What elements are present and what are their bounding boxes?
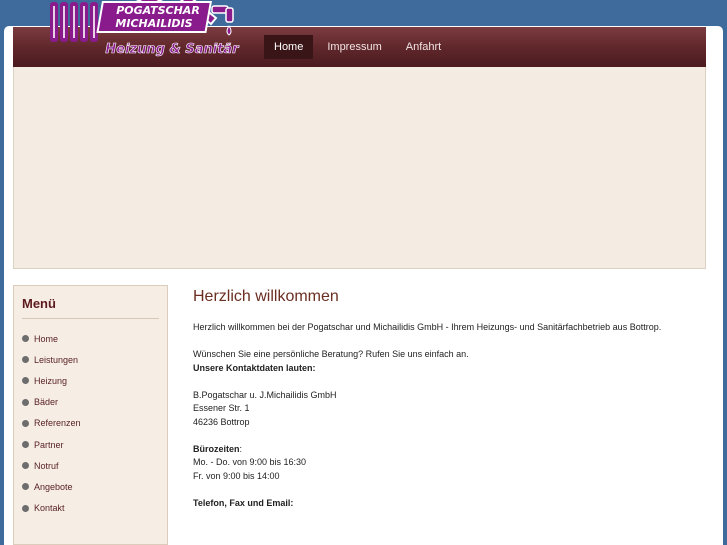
nav-impressum[interactable]: Impressum [317, 35, 391, 59]
menu-item-label: Heizung [34, 375, 68, 386]
company-logo[interactable]: POGATSCHAR MICHAILIDIS Heizung & Sanitär [46, 0, 242, 76]
page-title: Herzlich willkommen [193, 288, 339, 305]
menu-item-kontakt[interactable]: Kontakt [22, 498, 81, 519]
contact-heading: Unsere Kontaktdaten lauten: [193, 362, 316, 373]
logo-tagline: Heizung & Sanitär [105, 42, 240, 57]
menu-item-home[interactable]: Home [22, 328, 81, 349]
sidebar-divider [22, 318, 159, 319]
office-hours-label: Bürozeiten [193, 443, 240, 454]
city-address: 46236 Bottrop [193, 416, 250, 427]
sidebar-title: Menü [22, 296, 56, 311]
logo-text-line1: POGATSCHAR [116, 4, 200, 17]
header-banner [13, 67, 706, 269]
menu-item-angebote[interactable]: Angebote [22, 476, 81, 497]
street-address: Essener Str. 1 [193, 403, 250, 413]
menu-item-referenzen[interactable]: Referenzen [22, 413, 81, 434]
nav-home[interactable]: Home [264, 35, 314, 59]
menu-item-label: Leistungen [34, 354, 79, 365]
bullet-icon [22, 356, 29, 364]
menu-item-label: Kontakt [34, 503, 65, 514]
hours-friday: Fr. von 9:00 bis 14:00 [193, 470, 280, 481]
office-hours-colon: : [239, 443, 243, 454]
bullet-icon [22, 483, 29, 491]
intro-text: Herzlich willkommen bei der Pogatschar u… [193, 322, 662, 332]
bullet-icon [22, 441, 29, 449]
bullet-icon [22, 419, 29, 427]
main-content: Herzlich willkommen Herzlich willkommen … [193, 287, 713, 510]
menu-item-label: Bäder [34, 397, 59, 408]
menu-item-label: Partner [34, 439, 64, 450]
phone-heading: Telefon, Fax und Email: [193, 497, 294, 508]
menu-item-label: Referenzen [34, 418, 81, 429]
menu-item-partner[interactable]: Partner [22, 434, 81, 455]
bullet-icon [22, 335, 29, 343]
menu-item-notruf[interactable]: Notruf [22, 455, 81, 476]
menu-item-heizung[interactable]: Heizung [22, 370, 81, 391]
bullet-icon [22, 377, 29, 385]
hours-weekdays: Mo. - Do. von 9:00 bis 16:30 [193, 457, 307, 467]
office-hours-heading: Bürozeiten: [193, 443, 713, 457]
menu-item-label: Home [34, 333, 59, 344]
bullet-icon [22, 504, 29, 512]
sidebar-menu: Menü Home Leistungen Heizung Bäder Refer… [13, 285, 168, 545]
menu-item-baeder[interactable]: Bäder [22, 392, 81, 413]
menu-list: Home Leistungen Heizung Bäder Referenzen… [22, 328, 81, 519]
company-name: B.Pogatschar u. J.Michailidis GmbH [193, 389, 337, 400]
logo-text-line2: MICHAILIDIS [115, 17, 192, 30]
menu-item-label: Notruf [34, 460, 59, 471]
bullet-icon [22, 462, 29, 470]
bullet-icon [22, 398, 29, 406]
nav-anfahrt[interactable]: Anfahrt [396, 35, 451, 59]
consultation-text: Wünschen Sie eine persönliche Beratung? … [193, 349, 469, 359]
radiator-icon [50, 2, 98, 42]
menu-item-label: Angebote [34, 481, 73, 492]
menu-item-leistungen[interactable]: Leistungen [22, 349, 81, 370]
main-navigation: Home Impressum Anfahrt [264, 35, 455, 59]
